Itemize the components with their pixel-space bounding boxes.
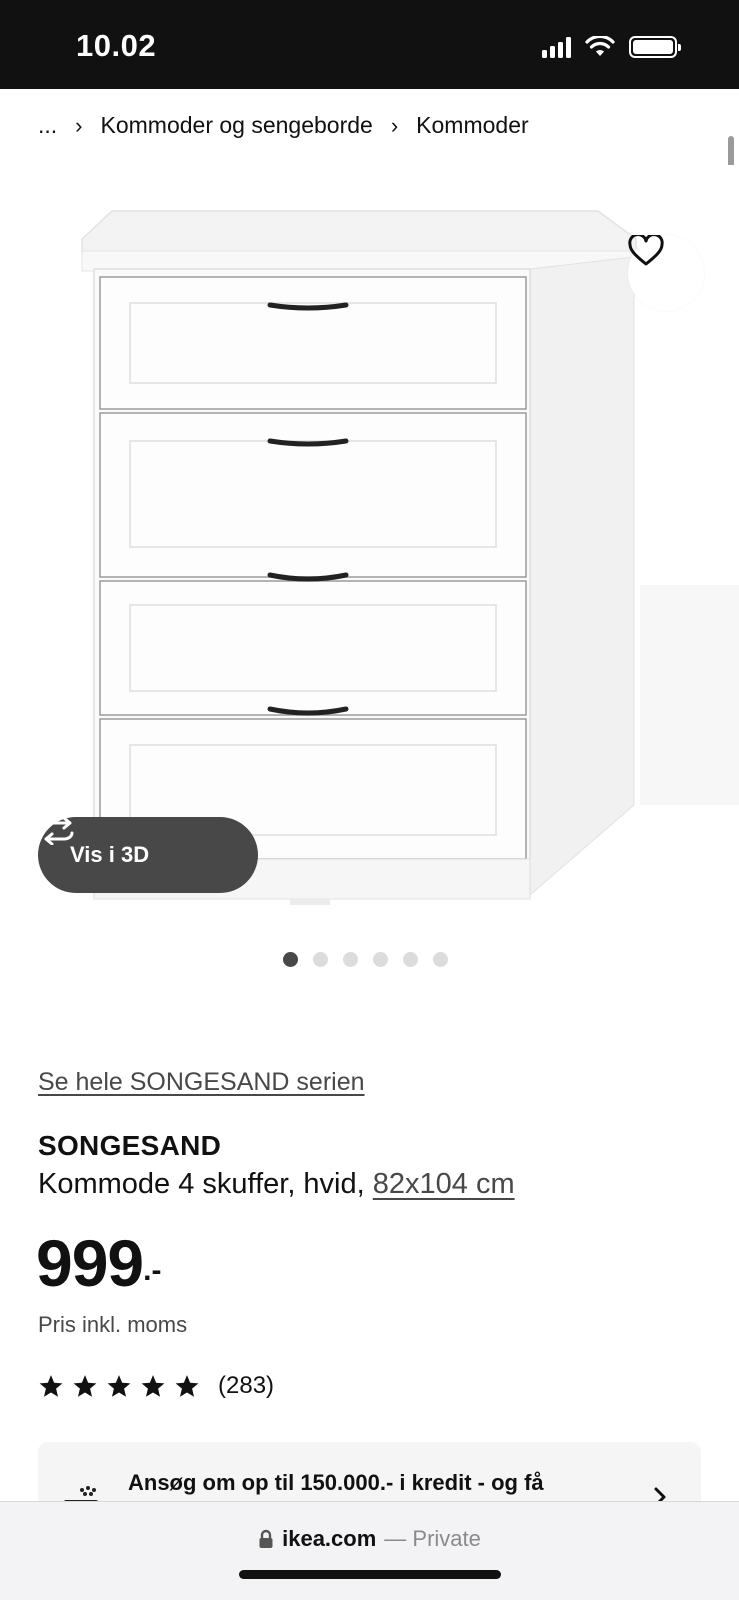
- star-icon: [141, 1374, 165, 1397]
- private-mode-label: — Private: [384, 1526, 481, 1551]
- breadcrumb-item-more[interactable]: ...: [38, 112, 57, 139]
- favorite-button[interactable]: [628, 235, 704, 311]
- product-image-gallery[interactable]: Vis i 3D: [0, 165, 739, 945]
- credit-banner-text: Ansøg om op til 150.000.- i kredit - og …: [128, 1470, 544, 1495]
- rotate-3d-icon: [42, 817, 74, 845]
- url-domain: ikea.com: [282, 1526, 377, 1551]
- review-count: (283): [218, 1372, 275, 1399]
- gallery-dot[interactable]: [343, 952, 358, 967]
- gallery-dot[interactable]: [283, 952, 298, 967]
- gallery-dot[interactable]: [313, 952, 328, 967]
- series-link[interactable]: Se hele SONGESAND serien: [38, 1068, 365, 1097]
- breadcrumb-item-kommoder[interactable]: Kommoder: [416, 112, 528, 139]
- price: 999 .-: [36, 1230, 161, 1296]
- price-suffix: .-: [143, 1254, 162, 1287]
- rating-stars: [38, 1374, 200, 1399]
- chevron-right-icon: ›: [75, 112, 83, 138]
- lock-icon: [259, 1529, 273, 1548]
- gallery-dot[interactable]: [373, 952, 388, 967]
- chevron-right-icon: ›: [390, 112, 399, 138]
- battery-icon: [629, 36, 681, 58]
- price-note: Pris inkl. moms: [38, 1312, 188, 1337]
- browser-bar: ikea.com — Private: [0, 1501, 739, 1600]
- star-icon: [107, 1374, 131, 1397]
- product-description-text: Kommode 4 skuffer, hvid,: [38, 1168, 365, 1200]
- address-bar[interactable]: ikea.com — Private: [0, 1526, 739, 1552]
- status-bar: 10.02: [0, 0, 739, 89]
- status-icons: [542, 36, 681, 58]
- cellular-signal-icon: [542, 36, 571, 58]
- product-name: SONGESAND: [38, 1130, 222, 1161]
- product-description: Kommode 4 skuffer, hvid, 82x104 cm: [38, 1168, 515, 1201]
- gallery-dot[interactable]: [433, 952, 448, 967]
- gallery-dot[interactable]: [403, 952, 418, 967]
- breadcrumb-item-kommoder-og-sengeborde[interactable]: Kommoder og sengeborde: [101, 112, 373, 139]
- dimensions-link[interactable]: 82x104 cm: [373, 1168, 515, 1200]
- wifi-icon: [585, 36, 615, 56]
- breadcrumb: ... › Kommoder og sengeborde › Kommoder: [38, 112, 529, 139]
- home-indicator[interactable]: [239, 1570, 501, 1579]
- star-icon: [175, 1374, 199, 1397]
- price-value: 999: [36, 1226, 144, 1300]
- view-in-3d-button[interactable]: Vis i 3D: [38, 817, 258, 893]
- star-icon: [73, 1374, 97, 1397]
- view-in-3d-label: Vis i 3D: [70, 842, 150, 867]
- status-time: 10.02: [76, 28, 157, 63]
- rating[interactable]: (283): [38, 1372, 274, 1400]
- star-icon: [39, 1374, 63, 1397]
- gallery-pagination: [0, 952, 739, 967]
- heart-icon: [628, 235, 664, 266]
